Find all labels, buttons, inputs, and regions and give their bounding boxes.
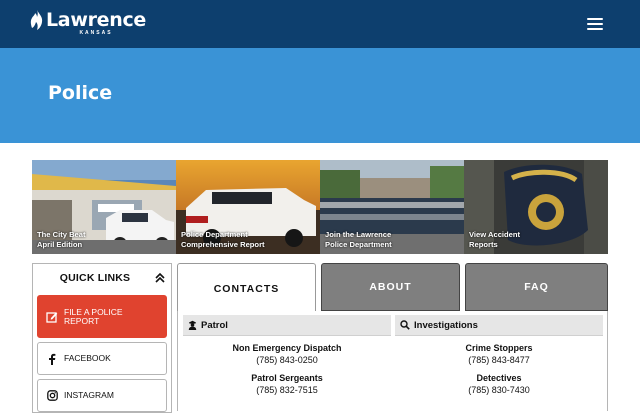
button-label: FACEBOOK xyxy=(64,353,111,363)
file-police-report-button[interactable]: FILE A POLICE REPORT xyxy=(37,295,167,338)
page-banner: Police xyxy=(0,48,640,143)
quick-links-header: QUICK LINKS xyxy=(33,264,171,292)
contact-phone[interactable]: (785) 843-8477 xyxy=(395,354,603,366)
tile-join-department[interactable]: Join the Lawrence Police Department xyxy=(320,160,464,254)
contact-phone[interactable]: (785) 830-7430 xyxy=(395,384,603,396)
info-tabs: CONTACTS ABOUT FAQ xyxy=(177,263,608,313)
tile-comprehensive-report[interactable]: Police Department Comprehensive Report xyxy=(176,160,320,254)
logo-wordmark: Lawrence xyxy=(46,9,147,31)
investigations-column: Investigations Crime Stoppers (785) 843-… xyxy=(395,315,603,396)
tile-label: Join the Lawrence Police Department xyxy=(325,230,392,249)
tile-accident-reports[interactable]: View Accident Reports xyxy=(464,160,608,254)
patrol-heading-text: Patrol xyxy=(201,319,228,331)
tab-faq[interactable]: FAQ xyxy=(465,263,608,311)
search-icon xyxy=(400,320,410,330)
button-label: INSTAGRAM xyxy=(64,390,114,400)
patrol-heading: Patrol xyxy=(183,315,391,336)
tile-label: The City Beat April Edition xyxy=(37,230,86,249)
facebook-button[interactable]: FACEBOOK xyxy=(37,342,167,375)
tile-label: View Accident Reports xyxy=(469,230,521,249)
investigations-heading-text: Investigations xyxy=(414,319,478,331)
contact-phone[interactable]: (785) 832-7515 xyxy=(183,384,391,396)
page-title: Police xyxy=(48,82,113,104)
feature-tiles: The City Beat April Edition Police Depar… xyxy=(32,160,608,254)
officer-icon xyxy=(188,320,197,330)
flame-icon xyxy=(30,10,43,30)
lawrence-logo[interactable]: Lawrence KANSAS xyxy=(30,9,146,39)
instagram-button[interactable]: INSTAGRAM xyxy=(37,379,167,412)
logo-subtitle: KANSAS xyxy=(79,30,113,36)
contact-entry: Patrol Sergeants (785) 832-7515 xyxy=(183,373,391,396)
contact-phone[interactable]: (785) 843-0250 xyxy=(183,354,391,366)
contact-name: Patrol Sergeants xyxy=(251,373,323,383)
instagram-icon xyxy=(38,390,62,401)
contact-name: Detectives xyxy=(476,373,522,383)
contact-entry: Detectives (785) 830-7430 xyxy=(395,373,603,396)
quick-links-title: QUICK LINKS xyxy=(59,272,131,284)
button-label: FILE A POLICE REPORT xyxy=(64,306,123,326)
contact-entry: Crime Stoppers (785) 843-8477 xyxy=(395,343,603,366)
contact-entry: Non Emergency Dispatch (785) 843-0250 xyxy=(183,343,391,366)
tab-contacts[interactable]: CONTACTS xyxy=(177,263,316,313)
tile-city-beat[interactable]: The City Beat April Edition xyxy=(32,160,176,254)
contacts-panel: Patrol Non Emergency Dispatch (785) 843-… xyxy=(177,311,608,411)
edit-icon xyxy=(38,311,62,323)
contact-name: Non Emergency Dispatch xyxy=(232,343,342,353)
tile-label: Police Department Comprehensive Report xyxy=(181,230,265,249)
contact-name: Crime Stoppers xyxy=(465,343,533,353)
quick-links-panel: QUICK LINKS FILE A POLICE REPORT FACEBOO… xyxy=(32,263,172,413)
chevron-up-icon[interactable] xyxy=(154,272,166,284)
patrol-column: Patrol Non Emergency Dispatch (785) 843-… xyxy=(183,315,391,396)
site-header: Lawrence KANSAS xyxy=(0,0,640,48)
facebook-icon xyxy=(38,353,62,365)
investigations-heading: Investigations xyxy=(395,315,603,336)
hamburger-menu-icon[interactable] xyxy=(584,14,608,34)
tab-about[interactable]: ABOUT xyxy=(321,263,460,311)
